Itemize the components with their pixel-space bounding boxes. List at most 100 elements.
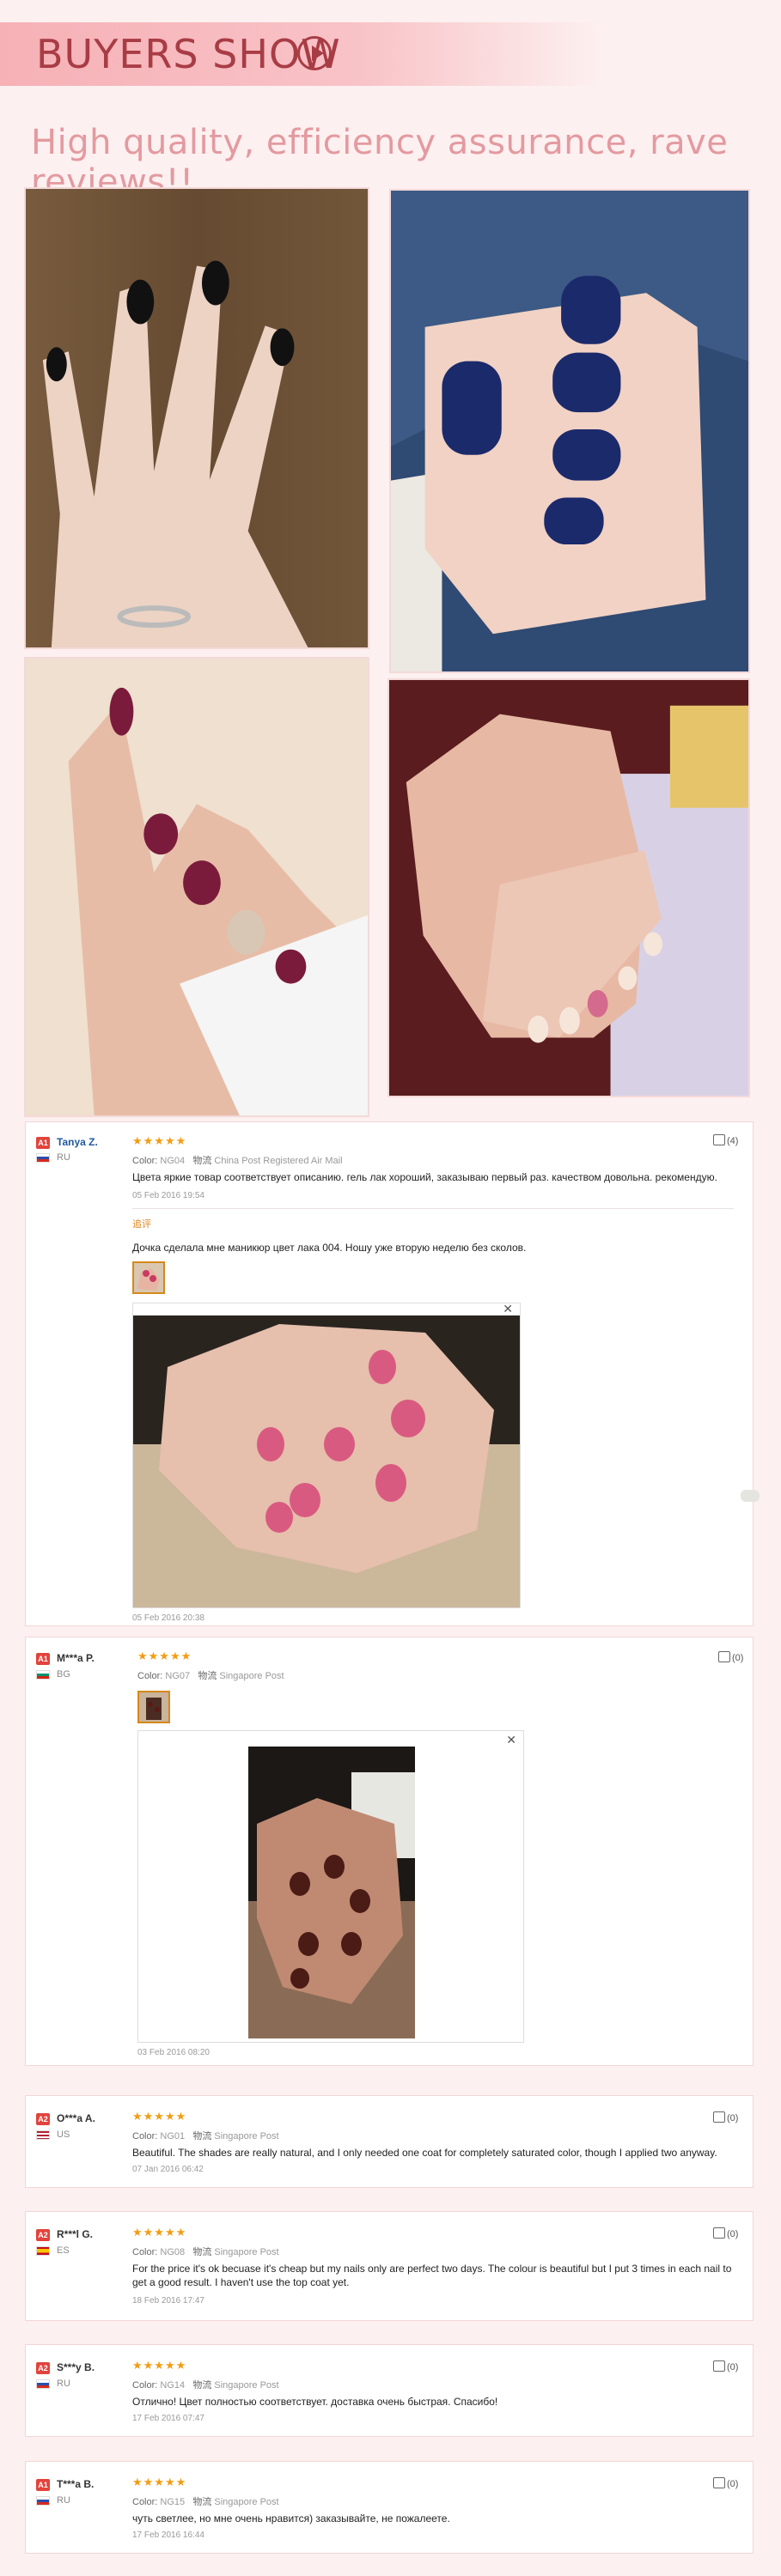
review-card: A2 S***y B. RU ★★★★★ Color: NG14 物流 Sing… [25, 2344, 754, 2437]
review-date: 07 Jan 2016 06:42 [132, 2165, 204, 2174]
review-meta: Color: NG15 物流 Singapore Post [132, 2494, 279, 2508]
review-photo-thumbnail[interactable] [132, 1261, 165, 1294]
reviewer-country: ES [57, 2245, 70, 2256]
photo-viewer: ✕ [137, 1730, 524, 2043]
color-value: NG14 [160, 2380, 186, 2391]
reviewer-country: BG [57, 1669, 70, 1680]
divider [132, 1208, 734, 1209]
review-card: A1 Tanya Z. RU ★★★★★ Color: NG04 物流 Chin… [25, 1121, 754, 1626]
shipping-label: 物流 [192, 2380, 212, 2391]
helpful-button[interactable]: (0) [713, 2227, 738, 2239]
rating-stars: ★★★★★ [132, 2226, 187, 2239]
helpful-count: (0) [727, 2113, 739, 2123]
flag-es-icon [36, 2246, 50, 2256]
helpful-count: (0) [727, 2479, 739, 2489]
reviewer-name[interactable]: S***y B. [57, 2361, 95, 2373]
reviewer-name[interactable]: O***a A. [57, 2112, 95, 2124]
followup-date: 05 Feb 2016 20:38 [132, 1613, 204, 1623]
thumbs-up-icon [713, 1134, 725, 1145]
reviewer-name[interactable]: M***a P. [57, 1652, 95, 1664]
close-icon[interactable]: ✕ [506, 1733, 516, 1747]
helpful-count: (0) [727, 2229, 739, 2239]
thumbs-up-icon [713, 2360, 725, 2372]
reviewer-name[interactable]: R***l G. [57, 2228, 93, 2240]
reviewer-name[interactable]: T***a B. [57, 2478, 94, 2490]
shipping-label: 物流 [192, 2247, 212, 2257]
buyer-level-badge: A2 [36, 2362, 50, 2374]
followup-text: Дочка сделала мне маникюр цвет лака 004.… [132, 1242, 527, 1254]
helpful-button[interactable]: (0) [713, 2477, 738, 2489]
review-text: For the price it's ok becuase it's cheap… [132, 2263, 732, 2288]
photo-viewer: ✕ [132, 1302, 521, 1608]
shipping-value: Singapore Post [214, 2497, 279, 2507]
helpful-count: (0) [732, 1653, 744, 1663]
review-date: 03 Feb 2016 08:20 [137, 2048, 210, 2057]
rating-stars: ★★★★★ [132, 2359, 187, 2372]
review-card: A2 O***a A. US ★★★★★ Color: NG01 物流 Sing… [25, 2095, 754, 2188]
color-label: Color: [132, 2247, 158, 2257]
shipping-label: 物流 [198, 1671, 217, 1681]
review-text: чуть светлее, но мне очень нравится) зак… [132, 2512, 450, 2524]
review-card: A1 T***a B. RU ★★★★★ Color: NG15 物流 Sing… [25, 2461, 754, 2554]
shipping-value: Singapore Post [214, 2131, 279, 2142]
rating-stars: ★★★★★ [132, 1134, 187, 1147]
reviewer-country: US [57, 2129, 70, 2140]
buyer-level-badge: A2 [36, 2113, 50, 2125]
shipping-label: 物流 [192, 1156, 212, 1166]
color-value: NG08 [160, 2247, 186, 2257]
thumbs-up-icon [713, 2111, 725, 2123]
buyer-level-badge: A1 [36, 2479, 50, 2491]
review-text: Beautiful. The shades are really natural… [132, 2147, 717, 2159]
helpful-button[interactable]: (4) [713, 1134, 738, 1146]
buyer-level-badge: A1 [36, 1137, 50, 1149]
followup-label: 追评 [132, 1219, 151, 1230]
color-value: NG07 [165, 1671, 191, 1681]
flag-ru-icon [36, 2379, 50, 2389]
color-label: Color: [137, 1671, 163, 1681]
review-meta: Color: NG07 物流 Singapore Post [137, 1668, 284, 1682]
review-photo-thumbnail[interactable] [137, 1691, 170, 1723]
flag-bg-icon [36, 1670, 50, 1680]
helpful-count: (4) [727, 1136, 739, 1146]
helpful-button[interactable]: (0) [718, 1651, 743, 1663]
review-date: 18 Feb 2016 17:47 [132, 2296, 204, 2306]
buyer-level-badge: A1 [36, 1653, 50, 1665]
review-meta: Color: NG01 物流 Singapore Post [132, 2129, 279, 2142]
flag-ru-icon [36, 2496, 50, 2506]
review-date: 17 Feb 2016 16:44 [132, 2530, 204, 2540]
review-photo-large [248, 1747, 415, 2038]
reviewer-country: RU [57, 2379, 70, 2389]
flag-ru-icon [36, 1153, 50, 1163]
review-meta: Color: NG04 物流 China Post Registered Air… [132, 1153, 343, 1167]
nail-photo-navy [389, 189, 750, 673]
review-photo-large [133, 1315, 520, 1607]
shipping-label: 物流 [192, 2497, 212, 2507]
shipping-value: Singapore Post [214, 2247, 279, 2257]
helpful-count: (0) [727, 2362, 739, 2372]
review-date: 05 Feb 2016 19:54 [132, 1191, 204, 1200]
helpful-button[interactable]: (0) [713, 2111, 738, 2123]
review-meta: Color: NG14 物流 Singapore Post [132, 2378, 279, 2391]
review-text: Цвета яркие товар соответствует описанию… [132, 1171, 717, 1183]
close-icon[interactable]: ✕ [503, 1302, 513, 1316]
shipping-value: China Post Registered Air Mail [214, 1156, 343, 1166]
feedback-side-tab[interactable] [741, 1490, 760, 1502]
nail-photo-burgundy [24, 657, 369, 1117]
nail-photo-nude [387, 678, 750, 1097]
reviewer-name[interactable]: Tanya Z. [57, 1136, 98, 1148]
color-label: Color: [132, 2380, 158, 2391]
rating-stars: ★★★★★ [132, 2476, 187, 2488]
color-label: Color: [132, 2131, 158, 2142]
color-value: NG15 [160, 2497, 186, 2507]
rating-stars: ★★★★★ [137, 1649, 192, 1662]
rating-stars: ★★★★★ [132, 2110, 187, 2123]
review-date: 17 Feb 2016 07:47 [132, 2414, 204, 2423]
color-value: NG04 [160, 1156, 186, 1166]
shipping-value: Singapore Post [219, 1671, 284, 1681]
banner-title: BUYERS SHOW [36, 31, 341, 77]
nail-photo-black [24, 187, 369, 649]
color-label: Color: [132, 1156, 158, 1166]
thumbs-up-icon [713, 2477, 725, 2488]
helpful-button[interactable]: (0) [713, 2360, 738, 2372]
arrow-right-icon[interactable] [297, 36, 332, 70]
